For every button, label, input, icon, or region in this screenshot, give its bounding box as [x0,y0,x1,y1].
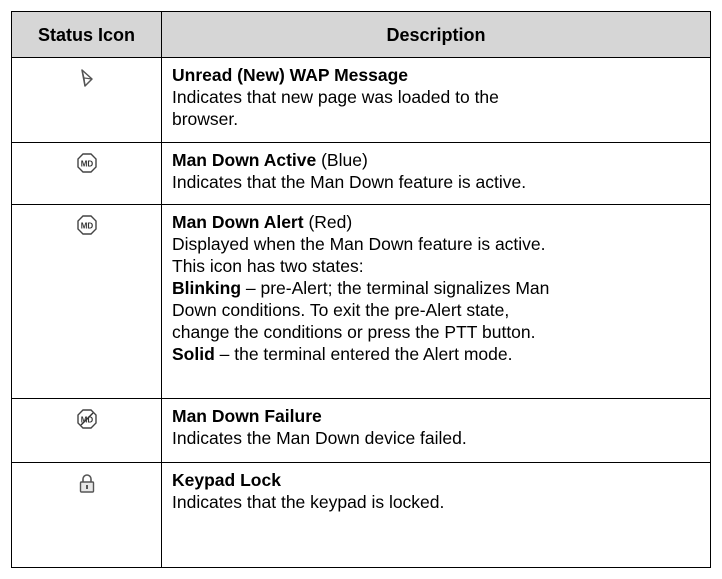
man-down-alert-icon: MD [76,215,97,235]
row-description: Indicates that the Man Down feature is a… [172,172,527,192]
row-description: Displayed when the Man Down feature is a… [172,234,546,254]
table-row: MD Man Down Alert (Red) Displayed when t… [11,204,711,399]
description-cell: Man Down Active (Blue) Indicates that th… [161,142,711,205]
row-description: browser. [172,109,239,129]
solid-label: Solid [172,344,215,364]
row-title: Keypad Lock [172,470,281,490]
icon-cell: MD [11,142,162,205]
header-description: Description [161,11,711,58]
description-cell: Man Down Alert (Red) Displayed when the … [161,204,711,399]
description-cell: Unread (New) WAP Message Indicates that … [161,57,711,143]
table-row: MD Man Down Failure Indicates the Man Do… [11,398,711,463]
row-title-note: (Red) [303,212,353,232]
row-title: Man Down Alert [172,212,304,232]
table-row: MD Man Down Active (Blue) Indicates that… [11,142,711,205]
wap-message-icon [77,68,97,88]
man-down-failure-icon: MD [76,409,97,429]
row-title: Unread (New) WAP Message [172,65,408,85]
row-title: Man Down Active [172,150,317,170]
row-description: Indicates the Man Down device failed. [172,428,467,448]
description-cell: Man Down Failure Indicates the Man Down … [161,398,711,463]
blinking-label: Blinking [172,278,242,298]
solid-description: – the terminal entered the Alert mode. [214,344,513,364]
svg-text:MD: MD [80,160,93,169]
table-row: Keypad Lock Indicates that the keypad is… [11,462,711,568]
row-title: Man Down Failure [172,406,322,426]
row-description: This icon has two states: [172,256,364,276]
icon-cell: MD [11,204,162,399]
svg-text:MD: MD [80,222,93,231]
icon-cell [11,57,162,143]
icon-cell [11,462,162,568]
description-cell: Keypad Lock Indicates that the keypad is… [161,462,711,568]
status-icon-table: Status Icon Description Unread (New) WAP… [11,11,711,568]
header-status-icon: Status Icon [11,11,162,58]
blinking-description: – pre-Alert; the terminal signalizes Man [241,278,550,298]
row-description: Indicates that new page was loaded to th… [172,87,499,107]
blinking-description: Down conditions. To exit the pre-Alert s… [172,300,510,320]
blinking-description: change the conditions or press the PTT b… [172,322,536,342]
man-down-active-icon: MD [76,153,97,173]
table-row: Unread (New) WAP Message Indicates that … [11,57,711,143]
row-title-note: (Blue) [316,150,368,170]
row-description: Indicates that the keypad is locked. [172,492,445,512]
icon-cell: MD [11,398,162,463]
table-header-row: Status Icon Description [11,11,711,58]
keypad-lock-icon [77,473,97,493]
